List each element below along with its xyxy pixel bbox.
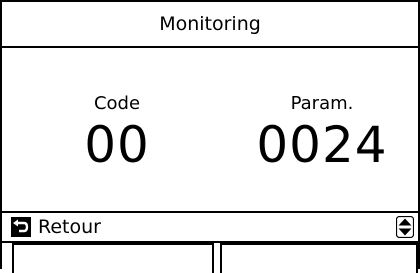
title-bar: Monitoring bbox=[2, 2, 418, 48]
param-value: 0024 bbox=[256, 116, 388, 174]
code-display: Code 00 bbox=[57, 93, 177, 174]
param-display: Param. 0024 bbox=[242, 93, 402, 174]
back-arrow-icon[interactable] bbox=[11, 217, 31, 237]
up-down-scroll-icon[interactable] bbox=[395, 215, 415, 239]
page-title: Monitoring bbox=[159, 13, 261, 35]
monitoring-screen: Monitoring Code 00 Param. 0024 Retour bbox=[0, 0, 420, 273]
param-label: Param. bbox=[290, 93, 354, 114]
navigation-bar: Retour bbox=[2, 211, 418, 243]
code-value: 00 bbox=[84, 116, 150, 174]
code-label: Code bbox=[93, 93, 141, 114]
back-label[interactable]: Retour bbox=[38, 217, 101, 237]
